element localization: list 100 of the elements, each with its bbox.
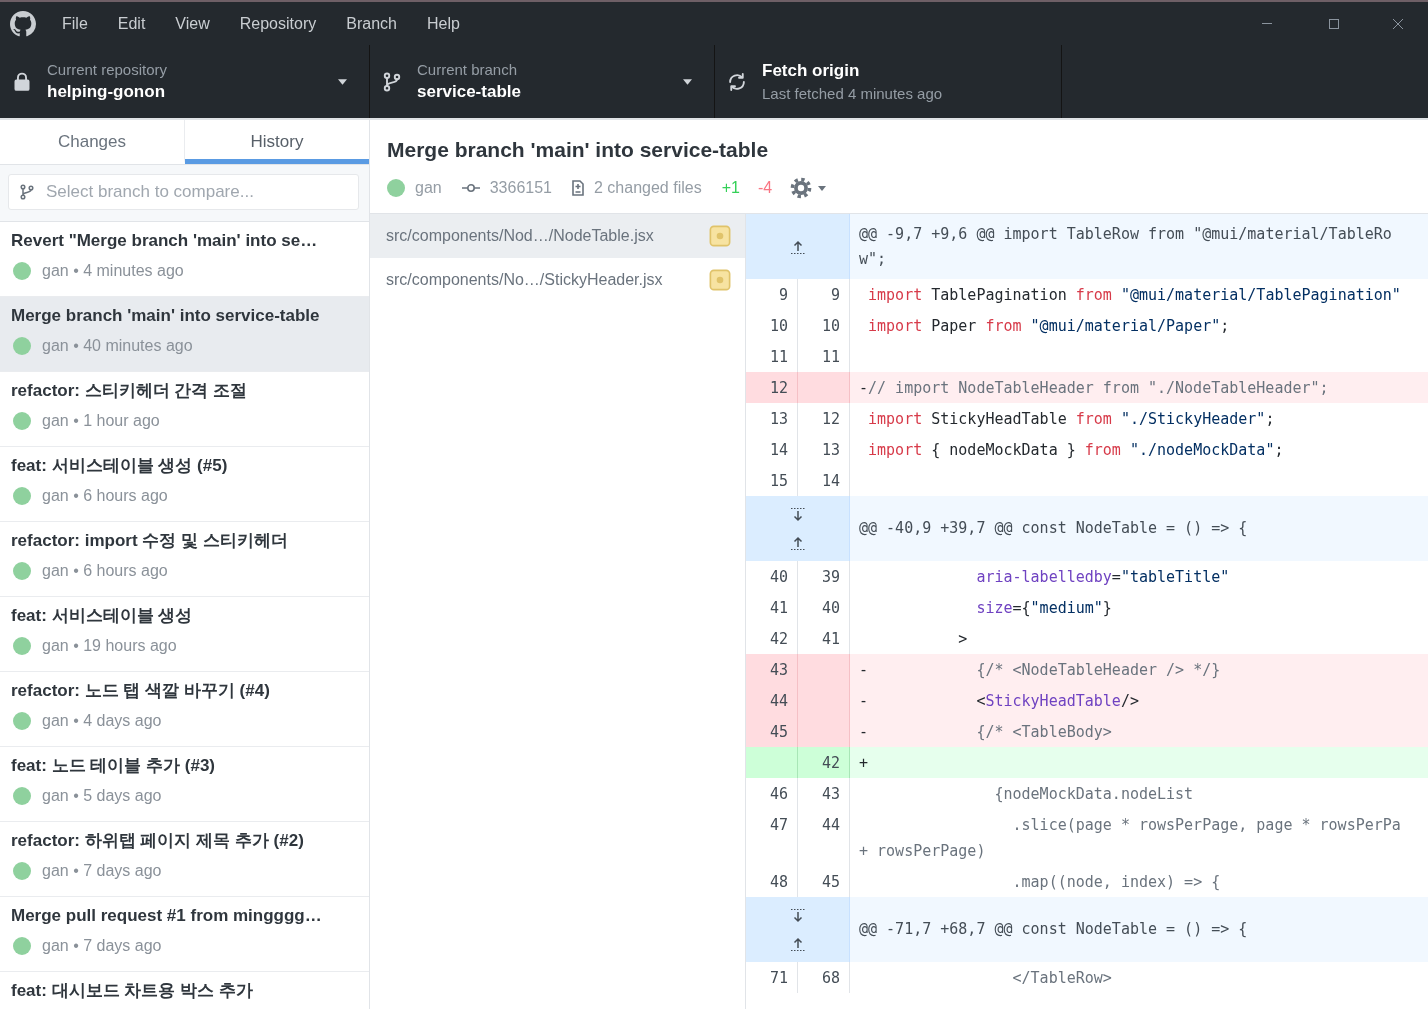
code-line: import Paper from "@mui/material/Paper"; — [868, 316, 1230, 335]
line-number: 47 — [746, 809, 798, 866]
code-line: {/* <NodeTableHeader /> */} — [976, 660, 1221, 679]
close-icon — [1392, 18, 1403, 29]
file-modified-icon — [709, 225, 731, 247]
commit-title: feat: 노드 테이블 추가 (#3) — [11, 755, 216, 777]
expand-up-icon[interactable] — [788, 935, 807, 952]
line-number: 10 — [746, 310, 798, 341]
line-number: 43 — [746, 654, 798, 685]
settings-icon — [790, 177, 813, 199]
commit-title: refactor: 하위탭 페이지 제목 추가 (#2) — [11, 830, 304, 852]
code-line: import { nodeMockData } from "./nodeMockData"; — [868, 440, 1284, 459]
file-path: src/components/No…/StickyHeader.jsx — [386, 271, 663, 289]
commit-meta: gan • 40 minutes ago — [42, 337, 193, 355]
line-number: 9 — [798, 279, 850, 310]
commit-title: refactor: 스티키헤더 간격 조절 — [11, 380, 248, 402]
commit-meta: gan • 6 hours ago — [42, 487, 168, 505]
commit-item[interactable]: Merge branch 'main' into service-table gan • 40 minutes ago — [0, 297, 369, 372]
code-line: .slice(page * rowsPerPage, page * rowsPerPa + rowsPerPage) — [859, 814, 1402, 862]
code-line: > — [958, 629, 968, 648]
line-number: 68 — [798, 962, 850, 993]
commit-title: Merge branch 'main' into service-table — [11, 305, 320, 327]
menu-item[interactable]: Branch — [331, 2, 412, 45]
additions-count: +1 — [721, 179, 740, 197]
avatar-icon — [13, 262, 31, 280]
commit-icon — [461, 183, 480, 193]
menu-item[interactable]: View — [160, 2, 225, 45]
commit-meta: gan • 7 days ago — [42, 862, 162, 880]
avatar-icon — [13, 712, 31, 730]
line-number: 45 — [746, 716, 798, 747]
line-number: 12 — [746, 372, 798, 403]
code-line: {/* <TableBody> — [976, 722, 1112, 741]
compare-branch-field[interactable]: Select branch to compare... — [8, 174, 359, 210]
line-number: 43 — [798, 778, 850, 809]
file-modified-icon — [709, 269, 731, 291]
expand-up-icon[interactable] — [788, 238, 807, 255]
commit-sha: 3366151 — [489, 179, 552, 197]
avatar-icon — [13, 862, 31, 880]
line-number: 39 — [798, 561, 850, 592]
code-line: {nodeMockData.nodeList — [994, 784, 1194, 803]
commit-title: Revert "Merge branch 'main' into se… — [11, 230, 318, 252]
commit-title: Merge branch 'main' into service-table — [387, 137, 769, 163]
commit-meta: gan • 5 days ago — [42, 787, 162, 805]
code-line: // import NodeTableHeader from "./NodeTableHeader"; — [868, 378, 1329, 397]
hunk-header: @@ -40,9 +39,7 @@ const NodeTable = () => { — [850, 496, 1428, 561]
commit-meta: gan • 4 days ago — [42, 712, 162, 730]
commit-meta: gan • 4 minutes ago — [42, 262, 184, 280]
avatar-icon — [387, 179, 405, 197]
menu-item[interactable]: Help — [411, 2, 475, 45]
hunk-header: @@ -9,7 +9,6 @@ import TableRow from "@mui/material/TableRo w"; — [850, 214, 1428, 279]
line-number: 42 — [798, 747, 850, 778]
commit-title: feat: 대시보드 차트용 박스 추가 — [11, 980, 253, 1002]
line-number: 13 — [746, 403, 798, 434]
lock-icon — [12, 71, 32, 92]
diff-options-button[interactable] — [790, 177, 827, 199]
avatar-icon — [13, 412, 31, 430]
code-line: <StickyHeadTable/> — [976, 691, 1139, 710]
line-number: 44 — [746, 685, 798, 716]
avatar-icon — [13, 487, 31, 505]
code-line: import TablePagination from "@mui/material/TablePagination" — [868, 285, 1401, 304]
line-number: 9 — [746, 279, 798, 310]
file-diff-icon — [572, 180, 584, 196]
avatar-icon — [13, 637, 31, 655]
diff-marker: - — [859, 690, 868, 712]
menu-item[interactable]: File — [47, 2, 103, 45]
commit-title: feat: 서비스테이블 생성 (#5) — [11, 455, 228, 477]
caret-icon — [683, 78, 692, 85]
file-path: src/components/Nod…/NodeTable.jsx — [386, 227, 654, 245]
diff-marker: + — [859, 752, 868, 774]
commit-meta: gan • 7 days ago — [42, 937, 162, 955]
code-line: aria-labelledby="tableTitle" — [976, 567, 1230, 586]
diff-marker: - — [859, 377, 868, 399]
menu-item[interactable]: Edit — [102, 2, 161, 45]
code-line: .map((node, index) => { — [1012, 872, 1221, 891]
branch-icon — [382, 71, 402, 92]
app-logo-icon — [10, 10, 36, 37]
line-number: 46 — [746, 778, 798, 809]
diff-marker: - — [859, 659, 868, 681]
code-line: import StickyHeadTable from "./StickyHeader"; — [868, 409, 1275, 428]
diff-marker: - — [859, 721, 868, 743]
expand-down-icon[interactable] — [788, 907, 807, 924]
line-number: 12 — [798, 403, 850, 434]
deletions-count: -4 — [757, 179, 773, 197]
avatar-icon — [13, 937, 31, 955]
commit-meta: gan • 1 hour ago — [42, 412, 160, 430]
sync-icon — [727, 71, 747, 92]
branch-icon — [19, 184, 35, 200]
line-number: 44 — [798, 809, 850, 866]
line-number: 41 — [746, 592, 798, 623]
hunk-header: @@ -71,7 +68,7 @@ const NodeTable = () => { — [850, 897, 1428, 962]
expand-up-icon[interactable] — [788, 534, 807, 551]
commit-title: Merge pull request #1 from mingggg… — [11, 905, 322, 927]
line-number: 13 — [798, 434, 850, 465]
commit-meta: gan • 6 hours ago — [42, 562, 168, 580]
menu-item[interactable]: Repository — [224, 2, 332, 45]
code-line: size={"medium"} — [976, 598, 1112, 617]
avatar-icon — [13, 562, 31, 580]
line-number: 14 — [746, 434, 798, 465]
file-row[interactable]: src/components/Nod…/NodeTable.jsx — [370, 214, 745, 258]
expand-down-icon[interactable] — [788, 506, 807, 523]
